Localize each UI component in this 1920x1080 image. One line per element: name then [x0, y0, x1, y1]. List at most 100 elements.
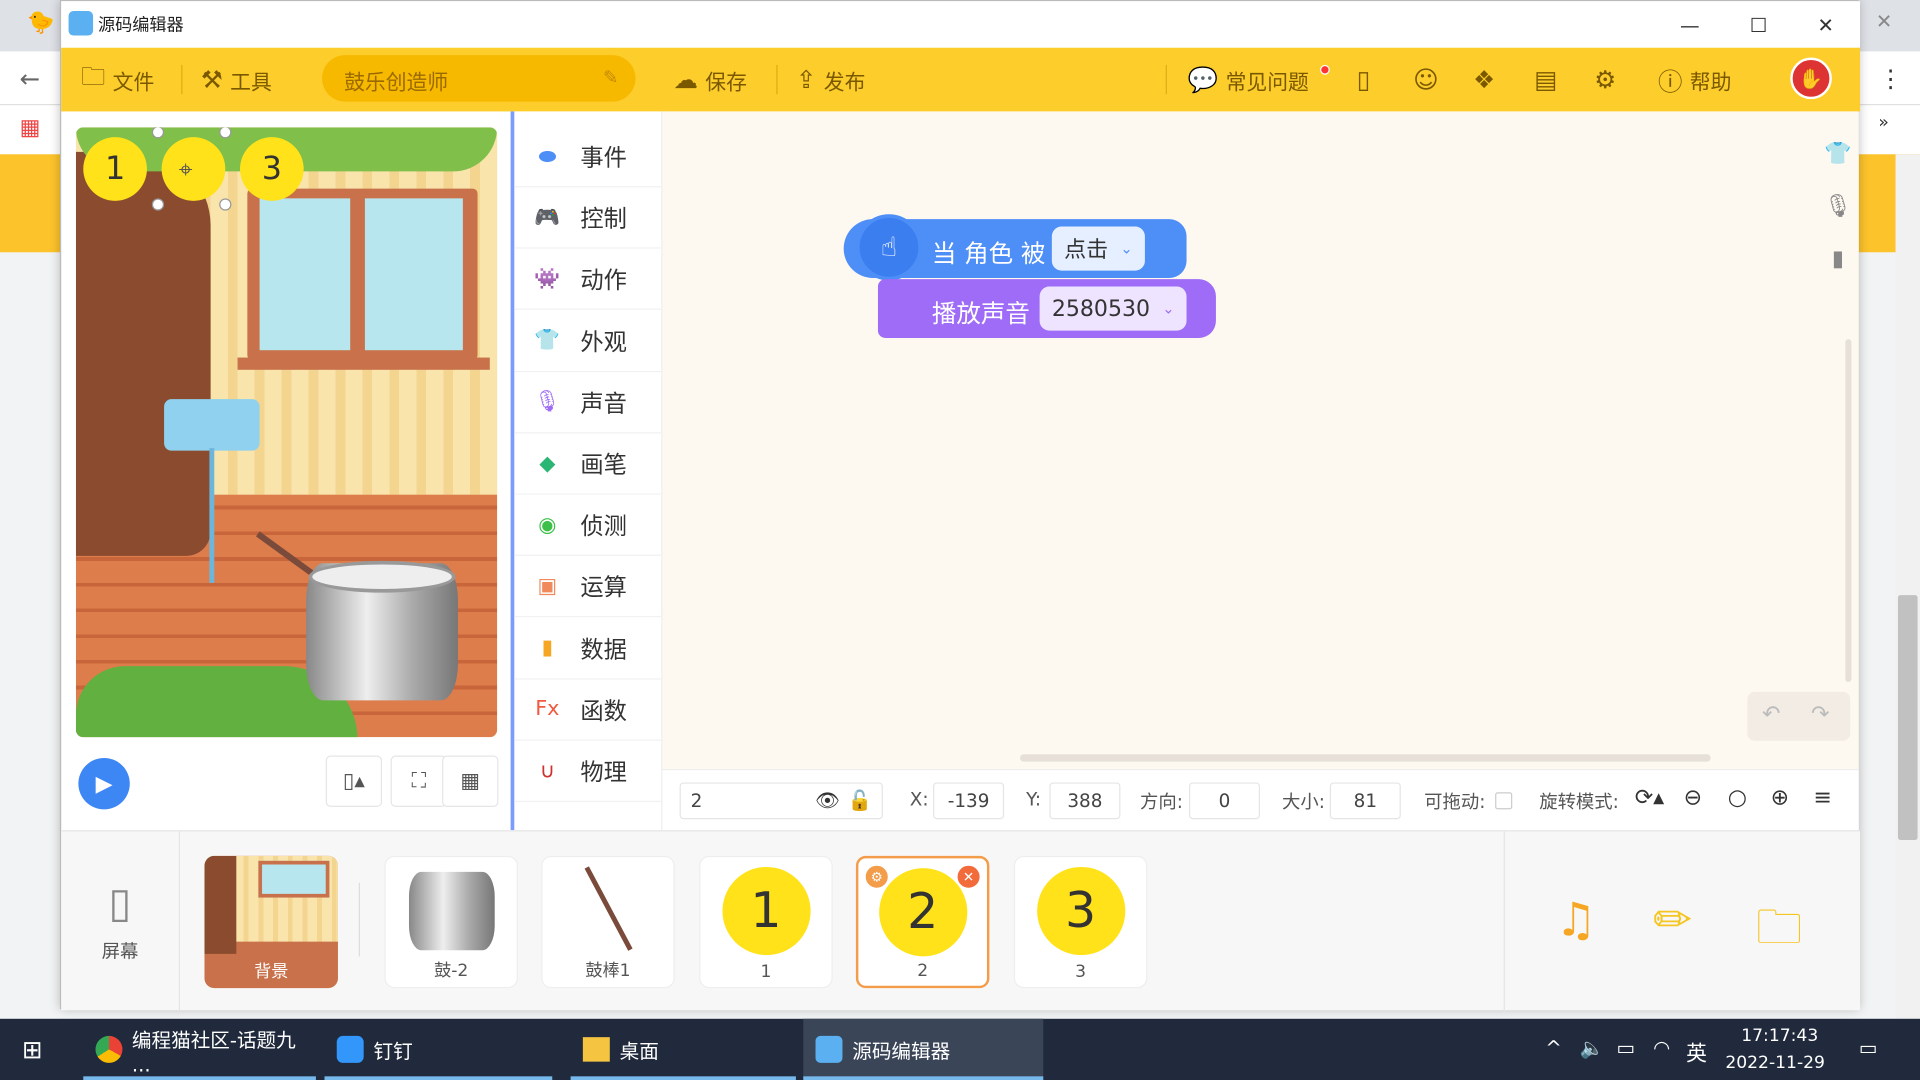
chat-question-icon: 💬: [1187, 64, 1219, 95]
tools-menu[interactable]: ⚒ 工具: [201, 60, 272, 99]
menu-icon[interactable]: ≡: [1813, 785, 1831, 811]
browser-app-icon: 🐤: [26, 9, 55, 36]
sound-dropdown[interactable]: 2580530 ⌄: [1039, 286, 1187, 331]
x-input[interactable]: -139: [933, 782, 1005, 820]
category-1[interactable]: 🎮 控制: [514, 188, 663, 249]
screen-panel[interactable]: ▯ 屏幕: [61, 831, 181, 1012]
category-9[interactable]: Fx 函数: [514, 679, 663, 741]
unlock-icon[interactable]: 🔓: [847, 789, 871, 812]
taskbar-dingtalk[interactable]: 钉钉: [324, 1019, 553, 1080]
calendar-button[interactable]: ▤: [1534, 60, 1557, 99]
tray-chevron-icon[interactable]: ^: [1545, 1036, 1561, 1059]
faq-button[interactable]: 💬 常见问题: [1188, 60, 1309, 99]
sound-tool[interactable]: 🎙: [1813, 181, 1862, 230]
maximize-button[interactable]: ☐: [1724, 1, 1793, 48]
trigger-dropdown[interactable]: 点击 ⌄: [1051, 226, 1145, 271]
sprite-bubble-1[interactable]: 1: [83, 137, 147, 201]
battery-icon[interactable]: ▭: [1616, 1036, 1635, 1059]
play-sound-block[interactable]: 播放声音 2580530 ⌄: [877, 279, 1216, 338]
browser-menu-icon[interactable]: ⋮: [1878, 64, 1902, 93]
paint-pencil-icon[interactable]: ✏: [1653, 893, 1692, 947]
zoom-in-icon[interactable]: ⊕: [1771, 785, 1789, 811]
device-button[interactable]: ▯: [1357, 60, 1370, 99]
undo-icon[interactable]: ↶: [1762, 702, 1780, 728]
settings-button[interactable]: ⚙: [1594, 60, 1616, 99]
taskbar-chrome[interactable]: 编程猫社区-话题九 ...: [83, 1019, 318, 1080]
phone-icon: ▯▴: [342, 768, 365, 794]
wifi-icon[interactable]: ◠: [1653, 1036, 1670, 1059]
move-icon[interactable]: ⌖: [179, 154, 193, 183]
run-button[interactable]: ▶: [78, 757, 130, 810]
apps-grid-icon[interactable]: ▦: [20, 115, 41, 141]
save-button[interactable]: ☁ 保存: [673, 60, 746, 99]
category-7[interactable]: ▣ 运算: [514, 556, 663, 618]
data-tool[interactable]: ▮: [1813, 234, 1862, 283]
ime-indicator[interactable]: 英: [1686, 1036, 1707, 1066]
volume-icon[interactable]: 🔈: [1580, 1036, 1604, 1059]
sprite-card-3[interactable]: 3 3: [1013, 855, 1148, 989]
zoom-reset-icon[interactable]: ○: [1728, 785, 1747, 811]
extensions-button[interactable]: ❖: [1473, 60, 1495, 99]
draggable-checkbox[interactable]: [1495, 792, 1513, 810]
zoom-out-icon[interactable]: ⊖: [1684, 785, 1702, 811]
grid-button[interactable]: ▦: [442, 755, 499, 807]
category-label: 物理: [580, 759, 627, 787]
publish-button[interactable]: ⇪ 发布: [796, 60, 866, 99]
sprite-name-input[interactable]: 2 👁 🔓: [679, 782, 883, 820]
sprite-card-drumstick[interactable]: 鼓棒1: [541, 855, 675, 989]
category-10[interactable]: ∪ 物理: [514, 741, 663, 803]
sprite-bubble-3[interactable]: 3: [240, 137, 304, 201]
taskbar-editor[interactable]: 源码编辑器: [803, 1018, 1044, 1080]
back-arrow-icon[interactable]: ←: [20, 64, 41, 93]
category-8[interactable]: ▮ 数据: [514, 618, 663, 680]
device-select-button[interactable]: ▯▴: [325, 755, 383, 807]
category-4[interactable]: 🎙 声音: [514, 372, 663, 434]
code-workspace[interactable]: ☝ 当 角色 被 点击 ⌄ 播放声音 2580530 ⌄ 👕 🎙 ▮ ↶ ↷: [662, 111, 1859, 769]
rotate-icon[interactable]: ⟳▴: [1635, 785, 1665, 811]
notification-icon[interactable]: ▭: [1859, 1036, 1878, 1059]
sprite-card-2-selected[interactable]: 2 ⚙ ✕ 2: [855, 855, 990, 989]
minimize-button[interactable]: —: [1656, 1, 1725, 48]
stage-preview[interactable]: 1 3 ⌖: [75, 127, 498, 738]
category-5[interactable]: ◆ 画笔: [514, 433, 663, 495]
size-input[interactable]: 81: [1329, 782, 1401, 820]
sprite-label: 2: [917, 961, 929, 981]
music-library-icon[interactable]: ♫: [1555, 893, 1597, 947]
browser-scroll-thumb[interactable]: [1897, 595, 1918, 841]
category-0[interactable]: ⬬ 事件: [514, 126, 663, 188]
sprite-card-drum[interactable]: 鼓-2: [384, 855, 518, 989]
category-6[interactable]: ◉ 侦测: [514, 495, 663, 557]
workspace-vertical-scrollbar[interactable]: [1845, 339, 1852, 683]
category-2[interactable]: 👾 动作: [514, 249, 663, 311]
eye-icon[interactable]: 👁: [815, 789, 840, 812]
clock-time[interactable]: 17:17:43: [1741, 1026, 1818, 1046]
user-avatar[interactable]: ✋: [1790, 57, 1832, 100]
redo-icon[interactable]: ↷: [1811, 702, 1829, 728]
y-input[interactable]: 388: [1049, 782, 1121, 820]
sprite-bubble-2-selected[interactable]: [161, 137, 226, 201]
sprite-settings-icon[interactable]: ⚙: [865, 865, 888, 888]
windows-start-icon[interactable]: ⊞: [22, 1035, 43, 1064]
browser-scrollbar[interactable]: [1895, 154, 1920, 1019]
robot-button[interactable]: ☺: [1413, 60, 1439, 99]
category-3[interactable]: 👕 外观: [514, 311, 663, 372]
clock-date[interactable]: 2022-11-29: [1725, 1053, 1825, 1073]
browser-close-icon[interactable]: ✕: [1876, 10, 1892, 33]
bookmarks-more-icon[interactable]: »: [1878, 113, 1889, 133]
taskbar-desktop[interactable]: 桌面: [570, 1019, 796, 1080]
sprite-delete-icon[interactable]: ✕: [957, 865, 980, 888]
direction-input[interactable]: 0: [1188, 782, 1261, 820]
when-clicked-block[interactable]: ☝ 当 角色 被 点击 ⌄: [843, 214, 1187, 281]
workspace-horizontal-scrollbar[interactable]: [1020, 754, 1711, 762]
sprite-card-1[interactable]: 1 1: [699, 855, 833, 989]
project-name-input[interactable]: 鼓乐创造师 ✎: [322, 55, 636, 102]
resize-handle[interactable]: [151, 198, 165, 211]
resize-handle[interactable]: [219, 198, 232, 211]
sprite-card-background[interactable]: 背景: [204, 855, 338, 989]
costume-tool[interactable]: 👕: [1813, 129, 1862, 178]
file-menu[interactable]: 🗀 文件: [81, 60, 154, 99]
add-folder-icon[interactable]: 🗀: [1756, 893, 1803, 973]
close-button[interactable]: ✕: [1791, 1, 1860, 48]
help-button[interactable]: ⓘ 帮助: [1658, 60, 1731, 99]
fullscreen-button[interactable]: ⛶: [390, 755, 447, 807]
